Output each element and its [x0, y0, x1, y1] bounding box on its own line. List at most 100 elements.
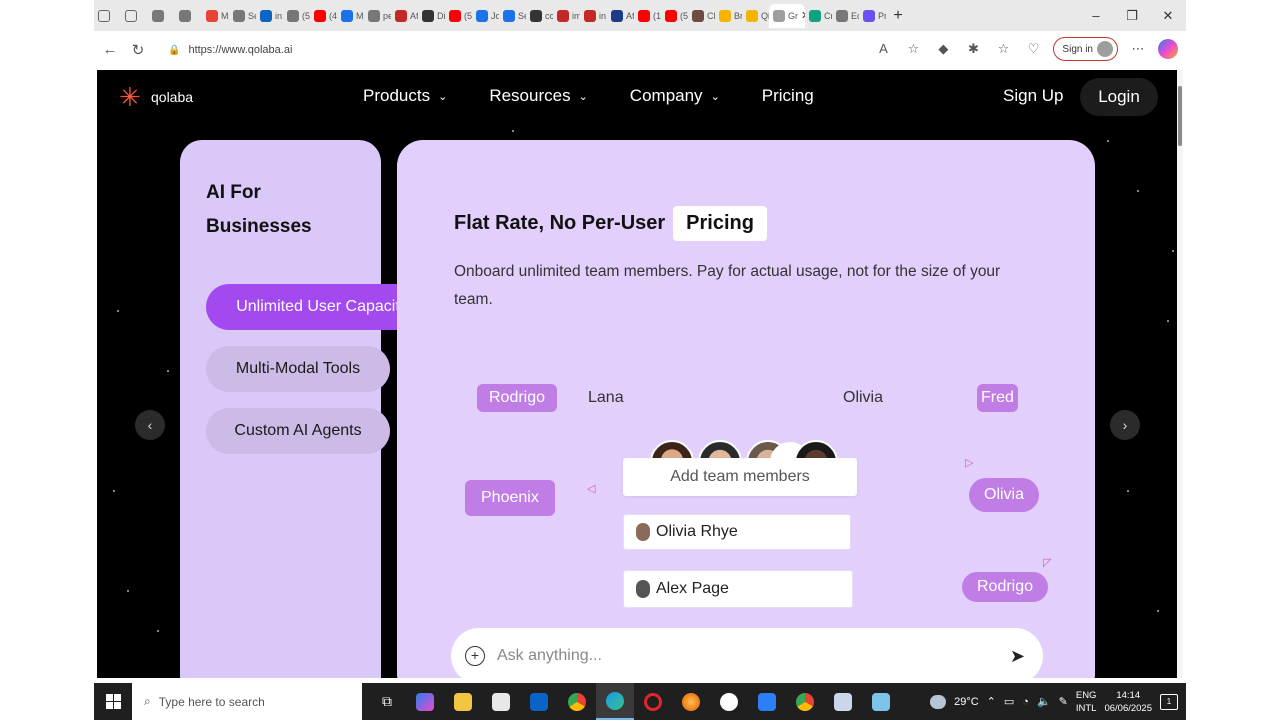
nav-resources[interactable]: Resources ⌄ [489, 86, 587, 106]
browser-tab[interactable]: Se [229, 4, 256, 28]
chrome-icon[interactable] [558, 683, 596, 720]
browser-tab[interactable]: (5) [445, 4, 472, 28]
browser-essentials-icon[interactable]: ♡ [1023, 39, 1043, 59]
back-icon[interactable]: ← [96, 41, 124, 58]
browser-tab[interactable]: Af [607, 4, 634, 28]
browser-tab[interactable]: cc [526, 4, 553, 28]
login-button[interactable]: Login [1080, 78, 1158, 116]
refresh-icon[interactable]: ↻ [124, 41, 152, 59]
carousel-prev-button[interactable]: ‹ [135, 410, 165, 440]
outlook-icon[interactable] [520, 683, 558, 720]
browser-tab[interactable]: Cl [688, 4, 715, 28]
chevron-up-icon[interactable]: ⌃ [987, 695, 996, 708]
github-icon[interactable] [710, 683, 748, 720]
nav-pricing[interactable]: Pricing [762, 86, 814, 106]
browser-tab[interactable]: (4) [310, 4, 337, 28]
feature-multi-modal-tools[interactable]: Multi-Modal Tools [206, 346, 390, 392]
restore-button[interactable]: ❐ [1114, 0, 1150, 31]
chrome-profile-icon[interactable] [786, 683, 824, 720]
network-icon[interactable]: ◔ [1022, 696, 1029, 708]
browser-tab[interactable] [148, 4, 175, 28]
opera-icon[interactable] [634, 683, 672, 720]
tab-favicon-icon [287, 9, 299, 22]
nav-company[interactable]: Company ⌄ [630, 86, 720, 106]
new-tab-button[interactable]: + [886, 7, 910, 25]
site-logo[interactable]: ✳ qolaba [119, 82, 193, 112]
scrollbar-thumb[interactable] [1178, 86, 1182, 146]
minimize-button[interactable]: – [1078, 0, 1114, 31]
task-view-icon[interactable]: ⧉ [368, 683, 406, 720]
system-tray: 29°C ⌃ ▭ ◔ 🔈 ✎ ENG INTL 14:14 06/06/2025… [930, 683, 1186, 720]
browser-tab[interactable]: Br [715, 4, 742, 28]
weather-icon[interactable] [930, 694, 947, 709]
pen-icon[interactable]: ✎ [1059, 695, 1068, 708]
app-icon[interactable] [748, 683, 786, 720]
carousel-next-button[interactable]: › [1110, 410, 1140, 440]
name-tag-fred: Fred [977, 384, 1018, 412]
tab-actions-icon[interactable] [94, 4, 121, 28]
paint-icon[interactable] [824, 683, 862, 720]
edge-icon[interactable] [596, 683, 634, 720]
browser-tab[interactable] [175, 4, 202, 28]
extensions-puzzle-icon[interactable]: ✱ [963, 39, 983, 59]
tab-label: Jo [491, 10, 499, 21]
ask-input[interactable]: + Ask anything... ➤ [451, 628, 1043, 678]
tab-list-icon[interactable] [121, 4, 148, 28]
lock-icon: 🔒 [168, 44, 181, 56]
browser-tab[interactable]: Di [418, 4, 445, 28]
favorite-star-icon[interactable]: ☆ [903, 39, 923, 59]
url-field[interactable]: 🔒 https://www.qolaba.ai [160, 38, 930, 62]
copilot-app-icon[interactable] [406, 683, 444, 720]
browser-tab[interactable]: Ec [832, 4, 859, 28]
url-text: https://www.qolaba.ai [188, 44, 293, 56]
firefox-icon[interactable] [672, 683, 710, 720]
add-team-members-field[interactable]: Add team members [623, 458, 857, 496]
weather-temp[interactable]: 29°C [954, 696, 979, 708]
notepad-icon[interactable] [862, 683, 900, 720]
taskbar-search[interactable]: ⌕ Type here to search [132, 683, 362, 720]
volume-icon[interactable]: 🔈 [1037, 695, 1051, 708]
browser-tab[interactable]: M [202, 4, 229, 28]
send-icon[interactable]: ➤ [1010, 646, 1025, 667]
browser-tab[interactable]: im [553, 4, 580, 28]
browser-tab[interactable]: Cr [805, 4, 832, 28]
browser-tab[interactable]: (1 [634, 4, 661, 28]
language-indicator[interactable]: ENG INTL [1076, 689, 1097, 715]
browser-tab[interactable]: Gr✕ [769, 3, 805, 28]
browser-tab[interactable]: (5) [283, 4, 310, 28]
tab-favicon-icon [692, 9, 704, 22]
nav-products[interactable]: Products ⌄ [363, 86, 447, 106]
browser-tab[interactable]: Se [499, 4, 526, 28]
more-menu-icon[interactable]: ⋯ [1128, 39, 1148, 59]
star-dot [127, 590, 129, 592]
feature-custom-ai-agents[interactable]: Custom AI Agents [206, 408, 390, 454]
profile-avatar [1097, 41, 1113, 57]
battery-icon[interactable]: ▭ [1004, 695, 1014, 708]
tab-favicon-icon [449, 9, 461, 22]
browser-tab[interactable]: pe [364, 4, 391, 28]
copilot-icon[interactable] [1158, 39, 1178, 59]
browser-tab[interactable]: M [337, 4, 364, 28]
browser-tab[interactable]: (5 [661, 4, 688, 28]
browser-tab[interactable]: Jo [472, 4, 499, 28]
close-window-button[interactable]: ✕ [1150, 0, 1186, 31]
browser-tab[interactable]: Af [391, 4, 418, 28]
browser-tab[interactable]: Pr [859, 4, 886, 28]
browser-tab[interactable]: Qi [742, 4, 769, 28]
file-explorer-icon[interactable] [444, 683, 482, 720]
store-icon[interactable] [482, 683, 520, 720]
windows-taskbar: ⌕ Type here to search ⧉ 29°C ⌃ ▭ ◔ 🔈 ✎ E… [94, 683, 1186, 720]
sign-in-button[interactable]: Sign in [1053, 37, 1118, 61]
sign-up-link[interactable]: Sign Up [1003, 86, 1063, 106]
extension-icon[interactable]: ◆ [933, 39, 953, 59]
name-tag-olivia: Olivia [843, 389, 884, 406]
page-scrollbar[interactable] [1177, 70, 1183, 678]
start-button[interactable] [94, 683, 132, 720]
notification-icon[interactable]: 1 [1160, 693, 1178, 710]
read-aloud-icon[interactable]: A [873, 39, 893, 59]
clock[interactable]: 14:14 06/06/2025 [1104, 689, 1152, 715]
favorites-icon[interactable]: ☆ [993, 39, 1013, 59]
browser-tab[interactable]: in [580, 4, 607, 28]
add-attachment-icon[interactable]: + [465, 646, 485, 666]
browser-tab[interactable]: in [256, 4, 283, 28]
